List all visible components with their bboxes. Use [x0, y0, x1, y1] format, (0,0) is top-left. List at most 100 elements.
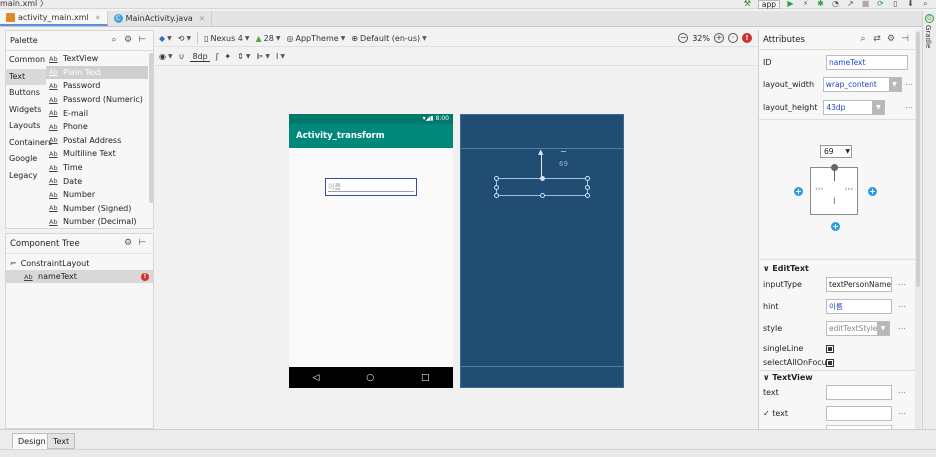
more-icon[interactable]: ⋯ [896, 302, 906, 311]
gear-icon[interactable]: ⚙ [121, 36, 135, 45]
section-textview[interactable]: ∨ TextView [763, 373, 813, 382]
top-margin-select[interactable]: 69 ▼ [820, 145, 852, 158]
palette-item[interactable]: Ab Password [46, 79, 148, 93]
tab-mainactivity-java[interactable]: C MainActivity.java ✕ [108, 11, 212, 26]
zoom-out-icon[interactable]: − [678, 33, 689, 43]
palette-item[interactable]: Ab Phone [46, 120, 148, 134]
category-text[interactable]: Text [6, 68, 46, 85]
singleline-checkbox[interactable] [826, 344, 834, 353]
palette-item[interactable]: Ab Password (Numeric) [46, 93, 148, 107]
debug-icon[interactable]: ✱ [816, 0, 825, 8]
device-select[interactable]: ▯ Nexus 4 ▼ [204, 34, 249, 43]
add-bottom-constraint-icon[interactable]: + [831, 222, 840, 231]
zoom-fit-icon[interactable]: · [728, 33, 738, 43]
tab-design[interactable]: Design [12, 433, 52, 449]
tab-text[interactable]: Text [47, 433, 76, 449]
pack-select[interactable]: ⇕ ▼ [237, 52, 250, 61]
tree-node-root[interactable]: ⌐ ConstraintLayout [6, 257, 153, 270]
design-surface-select[interactable]: ◆ ▼ [159, 34, 172, 43]
top-anchor[interactable] [540, 176, 545, 181]
palette-item[interactable]: Ab TextView [46, 52, 148, 66]
avd-manager-icon[interactable]: ▯ [891, 0, 900, 8]
blueprint-view[interactable]: ▲ 69 [460, 114, 624, 388]
clear-constraints-button[interactable]: ʃ [216, 52, 219, 61]
resize-handle[interactable] [585, 193, 590, 198]
search-icon[interactable]: ⌕ [107, 36, 121, 45]
breadcrumb[interactable]: main.xml 〉 [0, 0, 48, 9]
palette-item[interactable]: Ab Plain Text [46, 65, 148, 80]
infer-constraints-button[interactable]: ✦ [224, 52, 231, 61]
palette-item[interactable]: Ab Time [46, 161, 148, 175]
layout-width-select[interactable]: wrap_content [822, 77, 902, 92]
tree-node-nametext[interactable]: Ab nameText ! [6, 270, 153, 283]
apply-changes-icon[interactable]: ⚡ [801, 0, 810, 8]
add-right-constraint-icon[interactable]: + [868, 187, 877, 196]
more-icon[interactable]: ⋯ [896, 409, 906, 418]
run-configuration-select[interactable]: app [757, 0, 780, 9]
palette-scrollbar[interactable] [149, 53, 154, 203]
more-icon[interactable]: ⋯ [903, 103, 913, 112]
align-select[interactable]: ⊫ ▼ [256, 52, 270, 61]
more-icon[interactable]: ⋯ [896, 388, 906, 397]
hide-panel-icon[interactable]: ⊢ [135, 36, 149, 45]
selectallonfocus-checkbox[interactable] [826, 358, 834, 367]
category-buttons[interactable]: Buttons [6, 85, 46, 102]
id-field[interactable]: nameText [826, 55, 908, 70]
category-widgets[interactable]: Widgets [6, 102, 46, 119]
palette-item[interactable]: Ab E-mail [46, 106, 148, 120]
orientation-select[interactable]: ⟲ ▼ [178, 34, 191, 43]
tab-activity-main-xml[interactable]: activity_main.xml ✕ [0, 11, 108, 26]
locale-select[interactable]: ⊕ Default (en-us) ▼ [351, 34, 426, 43]
sdk-manager-icon[interactable]: ⬇ [906, 0, 915, 8]
attributes-scrollbar[interactable] [915, 30, 921, 429]
gradle-tab[interactable]: Gradle [924, 25, 932, 48]
sync-icon[interactable]: ⟳ [876, 0, 885, 8]
close-icon[interactable]: ✕ [95, 14, 101, 22]
right-wrap-icon[interactable]: ‹‹‹ [845, 185, 853, 193]
error-warning-icon[interactable]: ! [742, 33, 752, 43]
right-anchor[interactable] [585, 185, 590, 190]
style-select[interactable]: editTextStyle [826, 321, 890, 336]
tools-text-field[interactable] [826, 406, 892, 421]
hide-panel-icon[interactable]: ⊣ [898, 35, 912, 44]
top-constraint-dot[interactable] [831, 164, 838, 171]
run-icon[interactable]: ▶ [786, 0, 795, 8]
category-containers[interactable]: Containers [6, 135, 52, 152]
stop-icon[interactable]: ■ [861, 0, 870, 8]
hide-panel-icon[interactable]: ⊢ [135, 239, 149, 248]
left-anchor[interactable] [494, 185, 499, 190]
zoom-in-icon[interactable]: + [714, 33, 724, 43]
left-wrap-icon[interactable]: ››› [815, 185, 823, 193]
guidelines-select[interactable]: Ι ▼ [276, 52, 285, 61]
search-icon[interactable]: ⌕ [856, 35, 870, 44]
palette-item[interactable]: Ab Date [46, 174, 148, 188]
scrollbar-thumb[interactable] [916, 32, 920, 287]
palette-item[interactable]: Ab Number (Signed) [46, 202, 148, 216]
resize-handle[interactable] [585, 176, 590, 181]
blueprint-edittext[interactable] [494, 176, 590, 198]
bottom-wrap-icon[interactable]: Ι [833, 197, 836, 207]
resize-handle[interactable] [494, 193, 499, 198]
close-icon[interactable]: ✕ [199, 15, 205, 23]
hammer-icon[interactable]: ⚒ [743, 0, 752, 8]
gear-icon[interactable]: ⚙ [884, 35, 898, 44]
palette-item[interactable]: Ab Number [46, 188, 148, 202]
category-common[interactable]: Common [6, 52, 46, 69]
design-canvas[interactable]: ▾◢▮ 8:00 Activity_transform 이름 ◁ ○ □ ▲ 6… [155, 67, 758, 429]
bottom-anchor[interactable] [540, 193, 545, 198]
palette-item[interactable]: Ab Multiline Text [46, 147, 148, 161]
text-field[interactable] [826, 385, 892, 400]
toggle-view-icon[interactable]: ⇄ [870, 35, 884, 44]
more-icon[interactable]: ⋯ [904, 80, 913, 89]
layout-height-select[interactable]: 43dp [823, 100, 886, 115]
inputtype-field[interactable]: textPersonName [826, 277, 892, 292]
palette-item[interactable]: Ab Postal Address [46, 134, 148, 148]
gradle-icon[interactable]: G [925, 14, 934, 23]
more-icon[interactable]: ⋯ [896, 324, 906, 333]
theme-select[interactable]: ◎ AppTheme ▼ [286, 34, 345, 43]
category-google[interactable]: Google [6, 151, 46, 168]
gear-icon[interactable]: ⚙ [121, 239, 135, 248]
error-icon[interactable]: ! [141, 272, 149, 281]
autoconnect-toggle[interactable]: ∪ [179, 52, 185, 61]
section-edittext[interactable]: ∨ EditText [763, 264, 809, 273]
